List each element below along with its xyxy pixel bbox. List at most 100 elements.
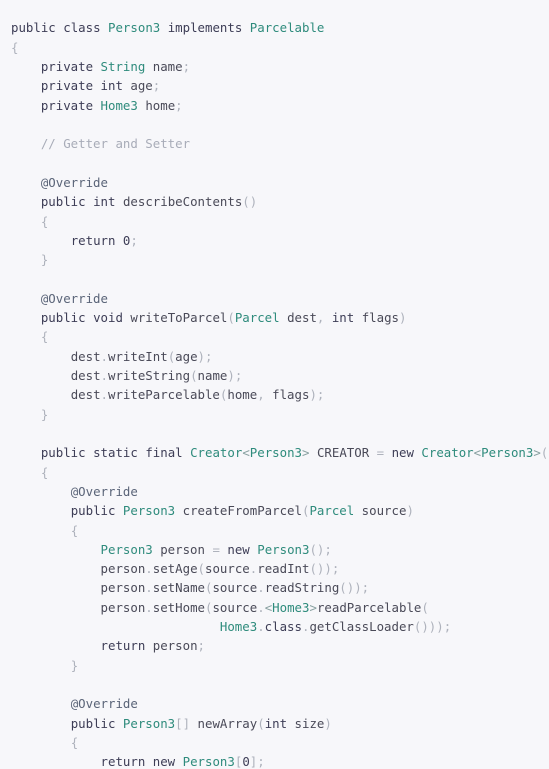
code-token-kw: implements [167,20,243,36]
code-token-pun: ( [190,368,198,384]
code-line: { [11,327,549,346]
code-token-pun: . [257,619,265,635]
code-token-id: home [145,97,176,113]
code-token-id [160,20,167,35]
code-token-ang: > [309,599,317,615]
code-token-pun: ); [197,348,213,364]
code-token-pun: . [145,561,153,577]
code-token-id [115,233,122,248]
code-token-id: readString [264,580,340,596]
code-token-id [280,310,287,325]
code-token-kw: void [93,310,123,326]
code-token-kw: public [40,194,86,210]
code-token-pun: . [100,387,108,403]
source-code-block[interactable]: public class Person3 implements Parcelab… [0,18,549,769]
code-line: ​ [11,675,549,694]
code-token-kw: return [100,754,146,769]
code-token-id: CREATOR [316,445,370,461]
code-token-id: describeContents [122,194,243,210]
code-viewer[interactable]: public class Person3 implements Parcelab… [0,0,549,769]
code-line: public void writeToParcel(Parcel dest, i… [11,308,549,327]
code-token-id [11,59,41,74]
code-line: { [11,521,549,540]
code-token-id: flags [361,310,400,326]
code-token-id: size [294,715,325,731]
code-token-pun: . [257,599,265,615]
code-token-kw: new [227,541,250,557]
code-token-id: dest [70,348,101,364]
code-line: return 0; [11,231,549,250]
code-line: dest.writeInt(age); [11,347,549,366]
code-token-id: name [197,368,228,384]
code-token-pun: ) [324,715,332,731]
code-token-typ: Home3 [100,97,138,113]
code-token-id [11,136,41,151]
code-token-id [11,716,71,731]
code-line: dest.writeParcelable(home, flags); [11,385,549,404]
code-token-id [11,98,41,113]
code-token-id: dest [287,310,317,326]
code-token-id [11,194,41,209]
code-token-id [369,445,376,460]
code-token-pun: ; [175,97,183,113]
code-token-id [93,59,100,74]
code-token-id [11,465,41,480]
code-token-kw: private [40,78,94,94]
code-token-pun: () [242,194,258,210]
code-token-id [11,387,71,402]
code-token-pun: ; [197,638,205,654]
code-line: public int describeContents() [11,192,549,211]
code-token-pun: . [257,580,265,596]
code-token-kw: private [40,59,94,75]
code-token-pun: ()); [339,580,370,596]
code-token-pun: { [11,39,19,55]
code-line: Person3 person = new Person3(); [11,540,549,559]
code-token-id [86,445,93,460]
code-token-ang: < [242,445,250,461]
code-token-id: writeString [108,368,191,384]
code-token-id: setHome [152,599,205,615]
code-token-kw: final [145,445,183,461]
code-line: ​ [11,269,549,288]
code-line: dest.writeString(name); [11,366,549,385]
code-line: } [11,405,549,424]
code-token-id [11,233,71,248]
code-token-kw: public [70,503,116,519]
code-token-id [145,754,152,769]
code-token-pun: = [212,541,220,557]
code-token-pun: . [145,599,153,615]
code-token-pun: ( [421,599,429,615]
code-token-id [115,194,122,209]
code-token-typ: Person3 [249,445,302,461]
code-token-pun: (); [309,541,332,557]
code-token-kw: private [40,97,94,113]
code-token-pun: ]; [249,754,265,769]
code-token-id [11,658,71,673]
code-token-id: writeInt [108,348,168,364]
code-line: Home3.class.getClassLoader())); [11,617,549,636]
code-token-id [11,600,101,615]
code-token-pun: { [70,734,79,750]
code-token-id [175,754,182,769]
code-token-id [287,716,294,731]
code-token-typ: Parcel [234,310,280,326]
code-line: public class Person3 implements Parcelab… [11,18,549,37]
code-token-typ: Person3 [481,445,534,461]
code-token-id: home [227,387,258,403]
code-token-kw: public [40,310,86,326]
code-line: person.setHome(source.<Home3>readParcela… [11,598,549,617]
code-token-id [11,291,41,306]
code-token-id [93,78,100,93]
code-token-id: getClassLoader [309,619,414,635]
code-token-id: source [361,503,407,519]
code-token-ann: @Override [40,174,108,190]
code-token-pun: . [100,348,108,364]
code-token-pun: ( [257,715,265,731]
code-line: { [11,463,549,482]
code-token-pun: . [100,368,108,384]
code-token-id [11,503,71,518]
code-token-id [11,754,101,769]
code-token-id: readInt [257,561,310,577]
code-token-id: createFromParcel [182,503,302,519]
code-token-id [11,735,71,750]
